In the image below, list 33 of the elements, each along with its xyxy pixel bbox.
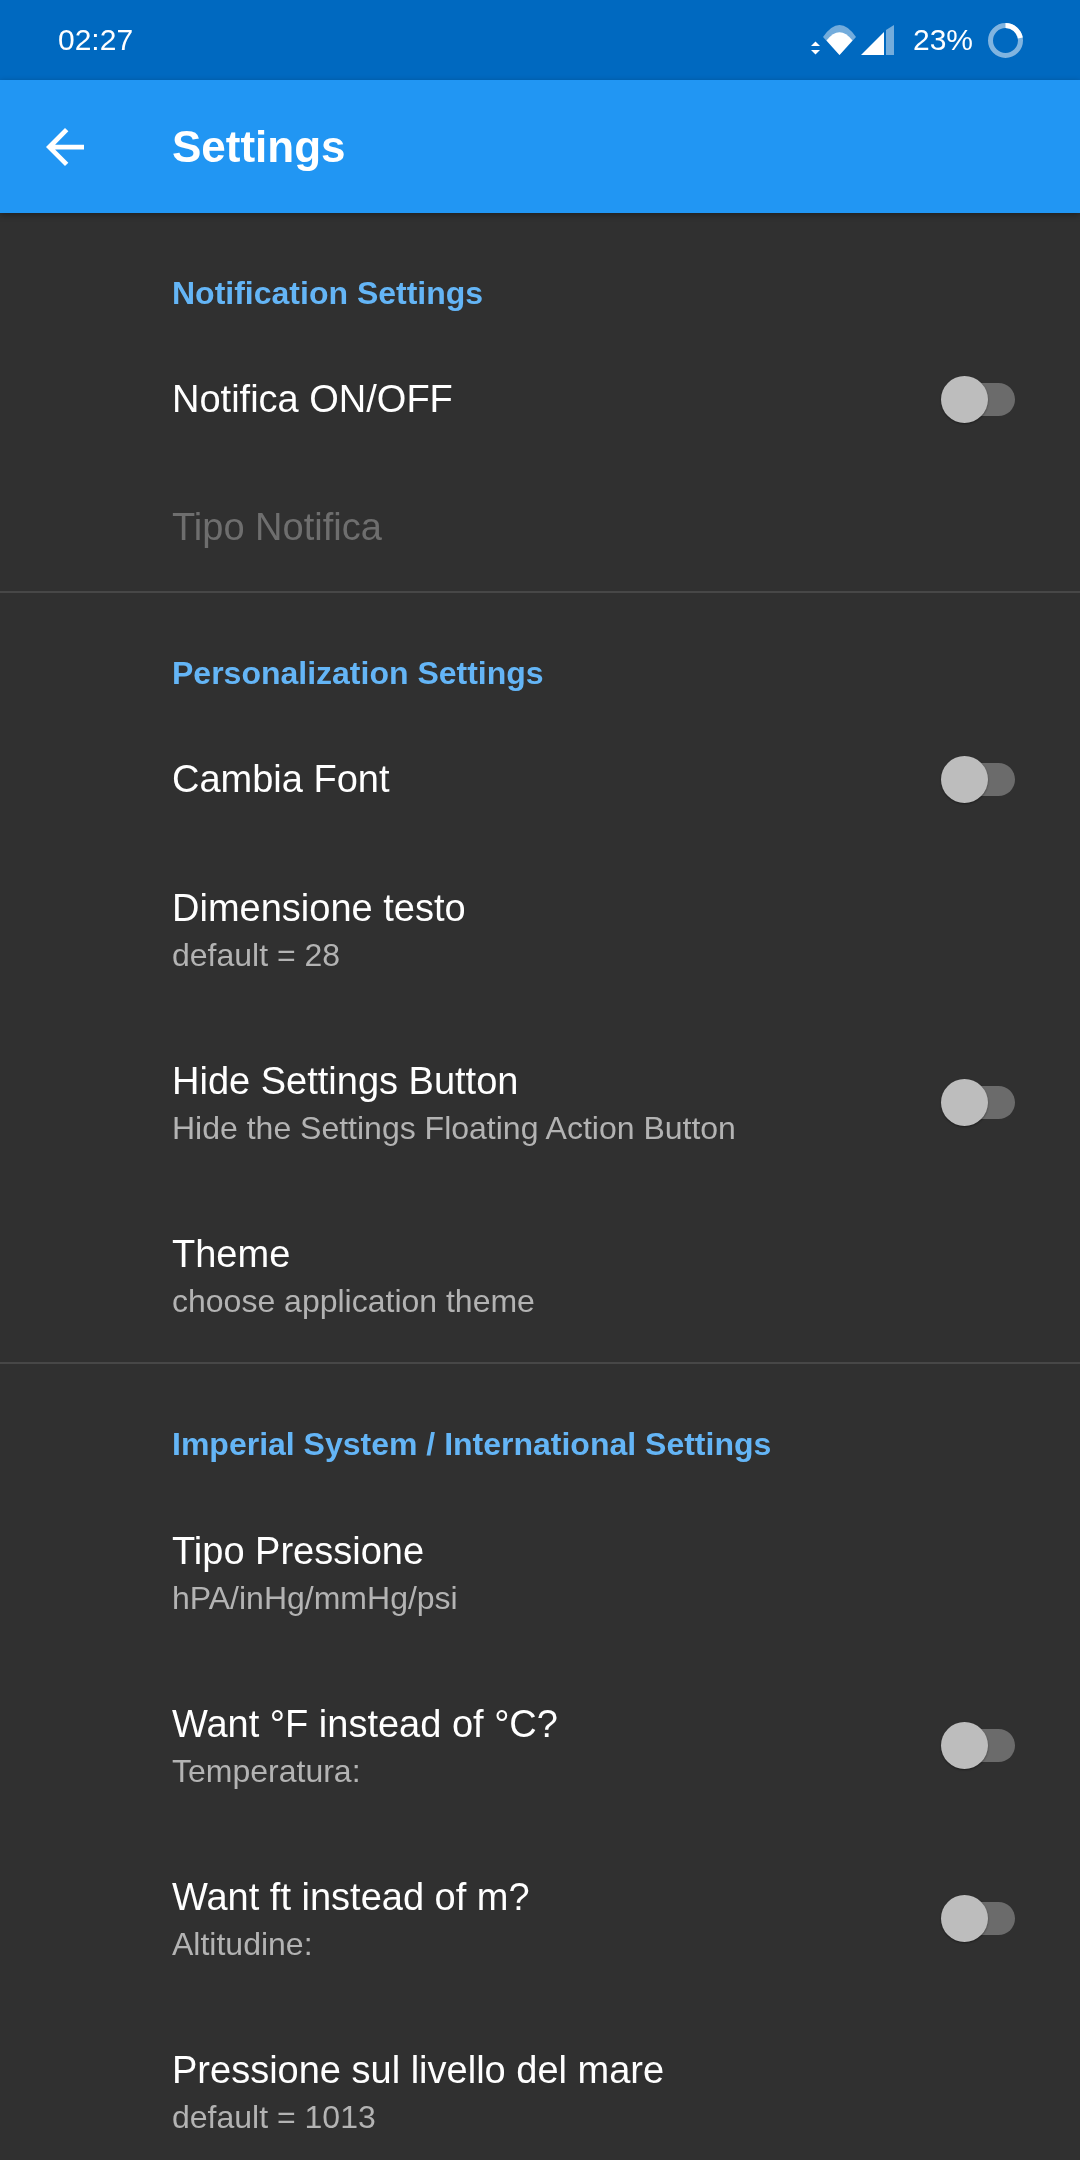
- setting-summary: Temperatura:: [172, 1751, 361, 1791]
- battery-ring-icon: [988, 22, 1023, 58]
- setting-summary: choose application theme: [172, 1281, 535, 1321]
- setting-summary: default = 1013: [172, 2097, 376, 2137]
- setting-title: Pressione sul livello del mare: [172, 2047, 665, 2093]
- setting-summary: Hide the Settings Floating Action Button: [172, 1108, 736, 1148]
- toggle-switch[interactable]: [941, 1895, 1015, 1942]
- section-header: Personalization Settings: [172, 655, 545, 691]
- app-bar-title: Settings: [172, 120, 346, 173]
- setting-title: Want ft instead of m?: [172, 1874, 530, 1920]
- setting-title: Hide Settings Button: [172, 1058, 519, 1104]
- toggle-switch[interactable]: [941, 375, 1015, 423]
- setting-title: Tipo Notifica: [172, 505, 382, 550]
- setting-title: Tipo Pressione: [172, 1528, 425, 1574]
- section-header: Notification Settings: [172, 275, 485, 311]
- toggle-switch[interactable]: [941, 1079, 1015, 1126]
- setting-title: Theme: [172, 1231, 291, 1277]
- setting-title: Cambia Font: [172, 757, 390, 802]
- status-time: 02:27: [58, 22, 135, 58]
- setting-summary: hPA/inHg/mmHg/psi: [172, 1578, 458, 1618]
- back-button[interactable]: [46, 127, 84, 166]
- toggle-switch[interactable]: [941, 1722, 1015, 1769]
- section-header: Imperial System / International Settings: [172, 1426, 773, 1462]
- setting-summary: Altitudine:: [172, 1924, 313, 1964]
- setting-title: Want °F instead of °C?: [172, 1701, 558, 1747]
- back-arrow-icon: [46, 127, 84, 166]
- setting-summary: default = 28: [172, 935, 341, 975]
- signal-icon: [860, 25, 894, 55]
- toggle-switch[interactable]: [941, 755, 1015, 803]
- battery-percentage: 23%: [912, 22, 973, 58]
- setting-title: Notifica ON/OFF: [172, 377, 453, 422]
- wifi-icon: [810, 25, 856, 55]
- setting-title: Dimensione testo: [172, 885, 466, 931]
